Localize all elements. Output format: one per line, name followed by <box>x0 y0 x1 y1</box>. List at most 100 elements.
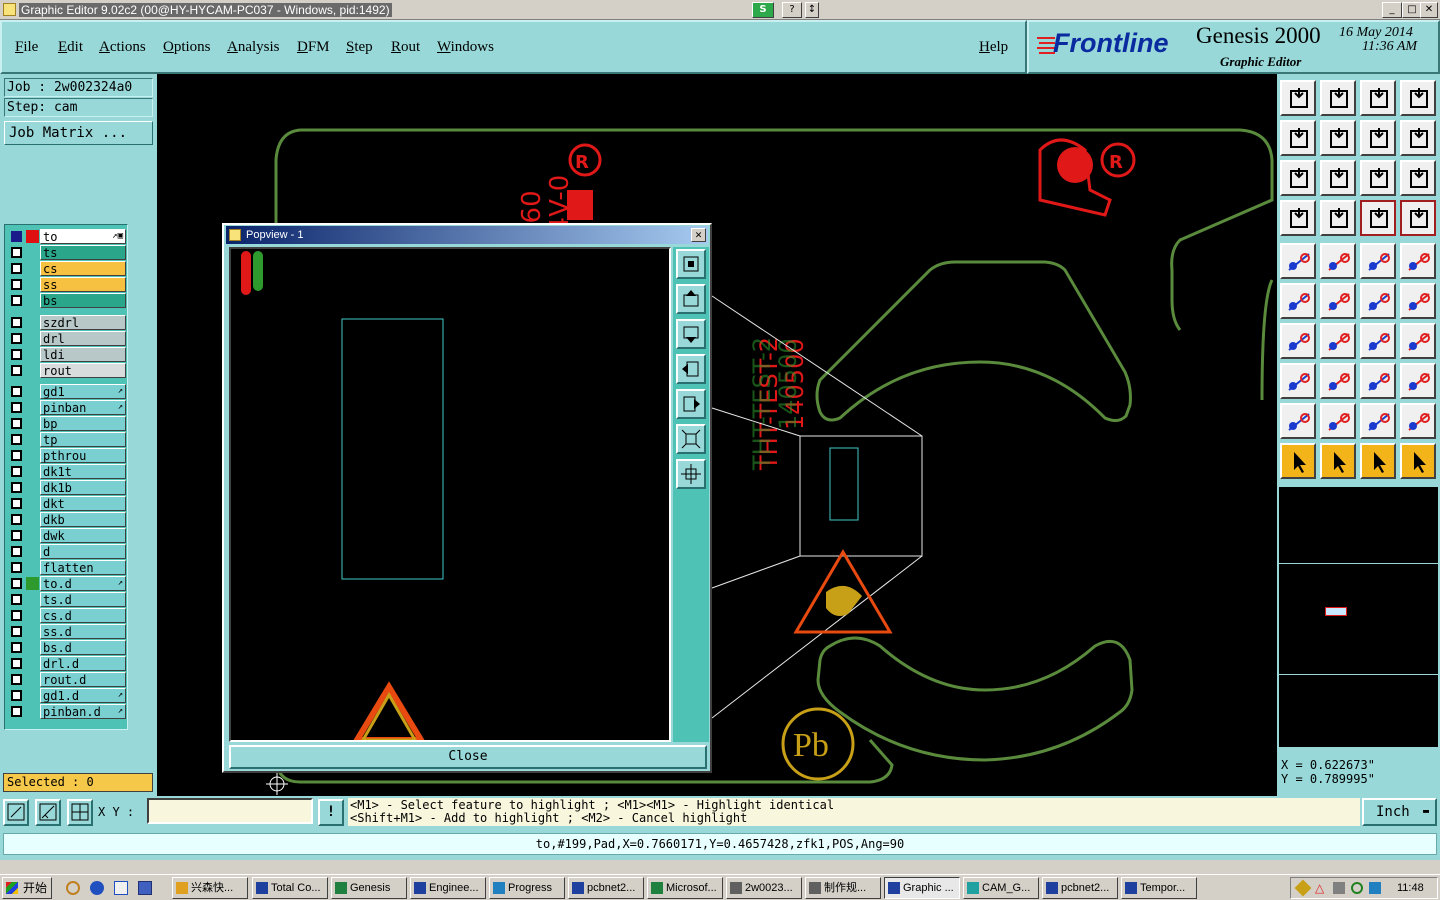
zoom-fit-button[interactable] <box>1280 160 1316 196</box>
layer-name[interactable]: dkt <box>40 496 126 511</box>
taskbar-item[interactable]: Genesis <box>331 877 407 899</box>
taskbar-item[interactable]: Total Co... <box>252 877 328 899</box>
layer-checkbox[interactable] <box>11 333 22 344</box>
taskbar-item[interactable]: Graphic ... <box>884 877 960 899</box>
layer-checkbox[interactable] <box>11 594 22 605</box>
layer-name[interactable]: ldi <box>40 347 126 362</box>
start-button[interactable]: 开始 <box>2 877 52 899</box>
layers-button[interactable] <box>1280 200 1316 236</box>
layer-row[interactable]: tp <box>7 432 126 447</box>
layer-name[interactable]: ts.d <box>40 592 126 607</box>
layer-row[interactable]: flatten <box>7 560 126 575</box>
layer-checkbox[interactable] <box>11 626 22 637</box>
layer-row[interactable]: ts <box>7 245 126 260</box>
cross-button[interactable] <box>1320 283 1356 319</box>
menu-dfm[interactable]: DFM <box>297 39 330 56</box>
popview-close-icon[interactable]: ✕ <box>691 228 706 242</box>
open-button[interactable] <box>1280 80 1316 116</box>
layer-row[interactable]: bs <box>7 293 126 308</box>
layer-row[interactable]: bp <box>7 416 126 431</box>
save-icon[interactable] <box>138 881 152 895</box>
layer-row[interactable]: to ↗▣ <box>7 229 126 244</box>
line-button[interactable] <box>1320 243 1356 279</box>
layer-name[interactable]: szdrl <box>40 315 126 330</box>
edit-tri-button[interactable] <box>1320 403 1356 439</box>
layer-row[interactable]: rout.d <box>7 672 126 687</box>
menu-step[interactable]: Step <box>346 39 373 56</box>
layer-checkbox[interactable] <box>11 349 22 360</box>
layer-name[interactable]: drl <box>40 331 126 346</box>
layer-checkbox[interactable] <box>11 706 22 717</box>
arc-button[interactable] <box>1320 323 1356 359</box>
taskbar-item[interactable]: Microsof... <box>647 877 723 899</box>
connect-button[interactable] <box>1280 283 1316 319</box>
drill-button[interactable] <box>1280 363 1316 399</box>
layer-checkbox[interactable] <box>11 434 22 445</box>
desktop-icon[interactable] <box>114 881 128 895</box>
layer-name[interactable]: d <box>40 544 126 559</box>
layer-name[interactable]: to.d <box>40 576 126 591</box>
layer-name[interactable]: rout.d <box>40 672 126 687</box>
layer-name[interactable]: ss <box>40 277 126 292</box>
tray-adobe-icon[interactable]: △ <box>1315 882 1327 894</box>
delete-tri-button[interactable] <box>1400 403 1436 439</box>
taskbar-item[interactable]: Tempor... <box>1121 877 1197 899</box>
out-button[interactable] <box>1320 120 1356 156</box>
pointer-sel-button[interactable] <box>1360 443 1396 479</box>
layer-row[interactable]: to.d ↗ <box>7 576 126 591</box>
pv-pan-left-icon[interactable] <box>676 354 706 384</box>
minimize-button[interactable]: _ <box>1382 2 1402 18</box>
layer-row[interactable]: ss.d <box>7 624 126 639</box>
ie-icon[interactable] <box>90 881 104 895</box>
home-button[interactable] <box>1360 80 1396 116</box>
overview-viewport[interactable] <box>1325 607 1347 616</box>
layer-checkbox[interactable] <box>11 658 22 669</box>
undo-button[interactable] <box>1360 120 1396 156</box>
layer-color-swatch[interactable] <box>26 577 39 590</box>
taskbar-item[interactable]: 兴森快... <box>172 877 248 899</box>
layer-checkbox[interactable] <box>11 546 22 557</box>
layer-name[interactable]: ts <box>40 245 126 260</box>
minus-button[interactable] <box>1320 363 1356 399</box>
layer-checkbox[interactable] <box>11 231 22 242</box>
unselect-button[interactable] <box>1400 200 1436 236</box>
layer-row[interactable]: dwk <box>7 528 126 543</box>
layer-row[interactable]: gd1 ↗ <box>7 384 126 399</box>
layer-name[interactable]: rout <box>40 363 126 378</box>
info-button[interactable]: ! <box>318 799 344 826</box>
menu-windows[interactable]: Windows <box>437 39 494 56</box>
copy-button[interactable] <box>1400 283 1436 319</box>
in-button[interactable] <box>1280 120 1316 156</box>
layer-checkbox[interactable] <box>11 562 22 573</box>
clock-app-icon[interactable] <box>66 881 80 895</box>
move-tri-button[interactable] <box>1360 403 1396 439</box>
taskbar-item[interactable]: 制作规... <box>805 877 881 899</box>
layer-checkbox[interactable] <box>11 610 22 621</box>
layer-name[interactable]: bs.d <box>40 640 126 655</box>
layer-checkbox[interactable] <box>11 642 22 653</box>
layer-row[interactable]: dkt <box>7 496 126 511</box>
help-tray-icon[interactable]: ? <box>782 2 802 18</box>
layer-name[interactable]: pinban.d <box>40 704 126 719</box>
layer-checkbox[interactable] <box>11 386 22 397</box>
layer-checkbox[interactable] <box>11 317 22 328</box>
window-button[interactable] <box>1400 80 1436 116</box>
layer-checkbox[interactable] <box>11 466 22 477</box>
layer-checkbox[interactable] <box>11 690 22 701</box>
layer-color-swatch[interactable] <box>26 230 39 243</box>
taskbar-item[interactable]: Progress <box>489 877 565 899</box>
help-button[interactable] <box>1400 160 1436 196</box>
taskbar-item[interactable]: Enginee... <box>410 877 486 899</box>
pointer-box-button[interactable] <box>1320 443 1356 479</box>
layer-checkbox[interactable] <box>11 530 22 541</box>
pv-fit-icon[interactable] <box>676 424 706 454</box>
overview-map[interactable] <box>1278 486 1440 748</box>
layer-name[interactable]: cs <box>40 261 126 276</box>
layer-checkbox[interactable] <box>11 514 22 525</box>
menu-options[interactable]: Options <box>163 39 211 56</box>
taskbar-item[interactable]: CAM_G... <box>963 877 1039 899</box>
rotate-button[interactable] <box>1360 323 1396 359</box>
layer-checkbox[interactable] <box>11 498 22 509</box>
layer-name[interactable]: dwk <box>40 528 126 543</box>
select-all-button[interactable] <box>1360 200 1396 236</box>
